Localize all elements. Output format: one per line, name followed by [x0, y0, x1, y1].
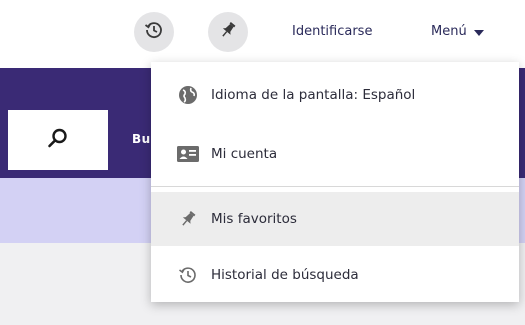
id-card-icon — [175, 141, 201, 167]
globe-icon — [175, 82, 201, 108]
history-icon — [175, 262, 201, 288]
pin-icon — [218, 20, 238, 44]
search-history-button[interactable] — [134, 12, 174, 52]
top-header: Identificarse Menú — [0, 0, 525, 68]
pin-icon — [175, 206, 201, 232]
user-menu-dropdown: Idioma de la pantalla: Español Mi cuenta — [151, 62, 519, 302]
login-link[interactable]: Identificarse — [292, 24, 372, 39]
menu-item-display-language[interactable]: Idioma de la pantalla: Español — [151, 66, 519, 124]
menu-label: Menú — [431, 24, 467, 39]
history-icon — [144, 20, 164, 44]
menu-item-label: Mis favoritos — [211, 211, 297, 227]
favorites-pin-button[interactable] — [208, 12, 248, 52]
menu-item-my-favorites[interactable]: Mis favoritos — [151, 192, 519, 246]
menu-item-label: Mi cuenta — [211, 146, 278, 162]
page: Identificarse Menú Bu Idioma de la panta… — [0, 0, 525, 325]
menu-item-label: Idioma de la pantalla: Español — [211, 87, 416, 103]
search-band-text: Bu — [132, 132, 151, 146]
menu-item-search-history[interactable]: Historial de búsqueda — [151, 248, 519, 302]
search-button[interactable] — [8, 110, 108, 170]
menu-toggle[interactable]: Menú — [431, 24, 484, 39]
search-icon — [47, 127, 69, 153]
divider — [151, 186, 519, 187]
caret-down-icon — [473, 29, 484, 36]
menu-item-label: Historial de búsqueda — [211, 267, 359, 283]
menu-item-my-account[interactable]: Mi cuenta — [151, 124, 519, 184]
